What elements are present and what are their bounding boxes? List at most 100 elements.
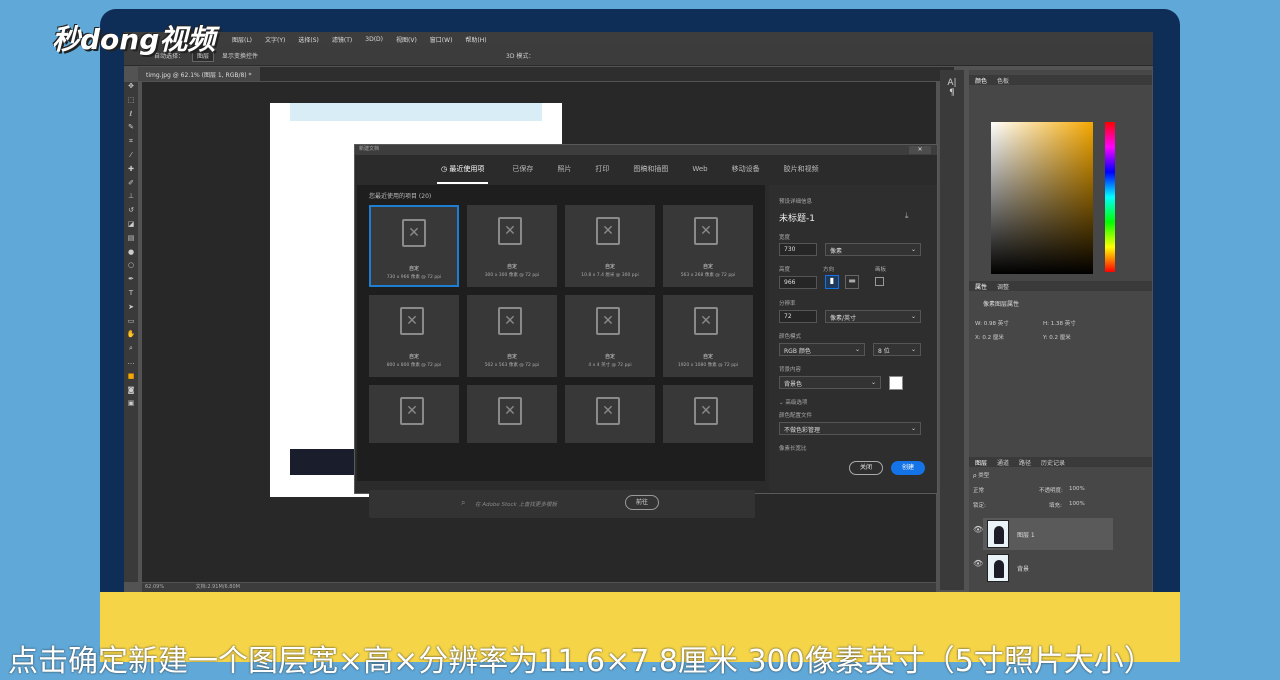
bg-color-swatch[interactable] bbox=[889, 376, 903, 390]
visibility-eye-icon[interactable]: 👁 bbox=[973, 525, 983, 534]
eyedropper-tool-icon[interactable]: ⁄ bbox=[124, 151, 138, 165]
preset-card[interactable]: ✕ bbox=[565, 385, 655, 443]
color-profile-select[interactable]: 不做色彩管理 ⌄ bbox=[779, 422, 921, 435]
menu-help[interactable]: 帮助(H) bbox=[465, 35, 486, 44]
dodge-tool-icon[interactable]: ○ bbox=[124, 261, 138, 275]
prop-height[interactable]: H: 1.38 英寸 bbox=[1043, 319, 1076, 327]
prop-width[interactable]: W: 0.98 英寸 bbox=[975, 319, 1009, 327]
shape-tool-icon[interactable]: ▭ bbox=[124, 317, 138, 331]
blend-mode-select[interactable]: 正常 bbox=[973, 486, 984, 494]
menu-filter[interactable]: 滤镜(T) bbox=[332, 35, 352, 44]
chevron-down-icon: ⌄ bbox=[910, 425, 916, 432]
preset-card[interactable]: ✕ 自定 10.8 x 7.4 厘米 @ 300 ppi bbox=[565, 205, 655, 287]
landscape-orientation-icon[interactable]: ▬ bbox=[845, 275, 859, 289]
dialog-close-icon[interactable]: ✕ bbox=[909, 146, 931, 154]
more-tools-icon[interactable]: … bbox=[124, 358, 138, 372]
tab-layers[interactable]: 图层 bbox=[975, 458, 987, 467]
preset-card[interactable]: ✕ 自定 502 x 563 像素 @ 72 ppi bbox=[467, 295, 557, 377]
menu-window[interactable]: 窗口(W) bbox=[430, 35, 453, 44]
healing-tool-icon[interactable]: ✚ bbox=[124, 165, 138, 179]
zoom-tool-icon[interactable]: ⌕ bbox=[124, 344, 138, 358]
prop-y[interactable]: Y: 0.2 厘米 bbox=[1043, 333, 1071, 341]
type-tool-icon[interactable]: T bbox=[124, 289, 138, 303]
pen-tool-icon[interactable]: ✒ bbox=[124, 275, 138, 289]
paragraph-panel-icon[interactable]: ¶ bbox=[940, 88, 964, 98]
tab-color[interactable]: 颜色 bbox=[975, 76, 987, 85]
tab-swatches[interactable]: 色板 bbox=[997, 76, 1009, 85]
menu-select[interactable]: 选择(S) bbox=[298, 35, 319, 44]
tab-saved[interactable]: 已保存 bbox=[512, 164, 533, 174]
close-button[interactable]: 关闭 bbox=[849, 461, 883, 475]
crop-tool-icon[interactable]: ⌗ bbox=[124, 137, 138, 151]
menu-type[interactable]: 文字(Y) bbox=[265, 35, 285, 44]
preset-card[interactable]: ✕ 自定 4 x 4 英寸 @ 72 ppi bbox=[565, 295, 655, 377]
bit-depth-select[interactable]: 8 位 ⌄ bbox=[873, 343, 921, 356]
preset-card[interactable]: ✕ bbox=[369, 385, 459, 443]
brush-tool-icon[interactable]: ✐ bbox=[124, 179, 138, 193]
tab-history[interactable]: 历史记录 bbox=[1041, 458, 1065, 467]
layer-row-background[interactable]: 背景 bbox=[983, 552, 1113, 584]
hue-slider[interactable] bbox=[1105, 122, 1115, 272]
preset-card[interactable]: ✕ bbox=[663, 385, 753, 443]
tab-print[interactable]: 打印 bbox=[595, 164, 609, 174]
tab-paths[interactable]: 路径 bbox=[1019, 458, 1031, 467]
menu-view[interactable]: 视图(V) bbox=[396, 35, 417, 44]
tab-film[interactable]: 胶片和视频 bbox=[784, 164, 819, 174]
stamp-tool-icon[interactable]: ⊥ bbox=[124, 192, 138, 206]
menu-3d[interactable]: 3D(D) bbox=[365, 36, 383, 43]
width-input[interactable]: 730 bbox=[779, 243, 817, 256]
prop-x[interactable]: X: 0.2 厘米 bbox=[975, 333, 1004, 341]
preset-card[interactable]: ✕ 自定 730 x 966 像素 @ 72 ppi bbox=[369, 205, 459, 287]
history-brush-icon[interactable]: ↺ bbox=[124, 206, 138, 220]
preset-card[interactable]: ✕ 自定 563 x 268 像素 @ 72 ppi bbox=[663, 205, 753, 287]
quick-mask-icon[interactable]: ◙ bbox=[124, 386, 138, 400]
hand-tool-icon[interactable]: ✋ bbox=[124, 330, 138, 344]
resolution-unit-select[interactable]: 像素/英寸 ⌄ bbox=[825, 310, 921, 323]
layer-kind-filter[interactable]: ρ 类型 bbox=[973, 471, 989, 479]
go-button[interactable]: 前往 bbox=[625, 495, 659, 510]
height-input[interactable]: 966 bbox=[779, 276, 817, 289]
preset-card[interactable]: ✕ 自定 300 x 300 像素 @ 72 ppi bbox=[467, 205, 557, 287]
character-panel-icon[interactable]: A| bbox=[940, 78, 964, 88]
path-select-icon[interactable]: ➤ bbox=[124, 303, 138, 317]
width-unit-select[interactable]: 像素 ⌄ bbox=[825, 243, 921, 256]
preset-card[interactable]: ✕ bbox=[467, 385, 557, 443]
resolution-input[interactable]: 72 bbox=[779, 310, 817, 323]
gradient-tool-icon[interactable]: ▤ bbox=[124, 234, 138, 248]
menu-layer[interactable]: 图层(L) bbox=[232, 35, 252, 44]
screen-mode-icon[interactable]: ▣ bbox=[124, 399, 138, 413]
show-transform-checkbox[interactable]: 显示变换控件 bbox=[222, 51, 258, 60]
tab-photo[interactable]: 照片 bbox=[557, 164, 571, 174]
layer-row-1[interactable]: 图层 1 bbox=[983, 518, 1113, 550]
tab-recent[interactable]: ◷ 最近使用项 bbox=[437, 155, 489, 184]
tab-mobile[interactable]: 移动设备 bbox=[732, 164, 760, 174]
lasso-tool-icon[interactable]: ℓ bbox=[124, 110, 138, 124]
eraser-tool-icon[interactable]: ◪ bbox=[124, 220, 138, 234]
marquee-tool-icon[interactable]: ⬚ bbox=[124, 96, 138, 110]
save-preset-icon[interactable]: ⤓ bbox=[905, 211, 909, 221]
document-name-field[interactable]: 未标题-1 bbox=[779, 211, 815, 224]
color-swatch-icon[interactable]: ■ bbox=[124, 372, 138, 386]
tab-art[interactable]: 图稿和插图 bbox=[633, 164, 668, 174]
opacity-value[interactable]: 100% bbox=[1069, 486, 1085, 492]
blur-tool-icon[interactable]: ● bbox=[124, 248, 138, 262]
advanced-options-toggle[interactable]: ⌄ 高级选项 bbox=[779, 398, 807, 406]
portrait-orientation-icon[interactable]: ▮ bbox=[825, 275, 839, 289]
create-button[interactable]: 创建 bbox=[891, 461, 925, 475]
artboard-checkbox[interactable] bbox=[875, 277, 884, 286]
fill-value[interactable]: 100% bbox=[1069, 501, 1085, 507]
preset-card[interactable]: ✕ 自定 800 x 800 像素 @ 72 ppi bbox=[369, 295, 459, 377]
tab-properties[interactable]: 属性 bbox=[975, 282, 987, 291]
move-tool-icon[interactable]: ✥ bbox=[124, 82, 138, 96]
tab-web[interactable]: Web bbox=[692, 165, 707, 173]
color-mode-select[interactable]: RGB 颜色 ⌄ bbox=[779, 343, 865, 356]
preset-card[interactable]: ✕ 自定 1920 x 1080 像素 @ 72 ppi bbox=[663, 295, 753, 377]
document-tab[interactable]: timg.jpg @ 62.1% (图层 1, RGB/8) * bbox=[138, 67, 260, 81]
bg-content-select[interactable]: 背景色 ⌄ bbox=[779, 376, 881, 389]
tab-adjustments[interactable]: 调整 bbox=[997, 282, 1009, 291]
tab-channels[interactable]: 通道 bbox=[997, 458, 1009, 467]
color-field[interactable] bbox=[991, 122, 1093, 274]
stock-search-bar[interactable]: ⌕ 在 Adobe Stock 上查找更多模板 前往 bbox=[369, 490, 755, 518]
visibility-eye-icon[interactable]: 👁 bbox=[973, 559, 983, 568]
quick-select-tool-icon[interactable]: ✎ bbox=[124, 123, 138, 137]
